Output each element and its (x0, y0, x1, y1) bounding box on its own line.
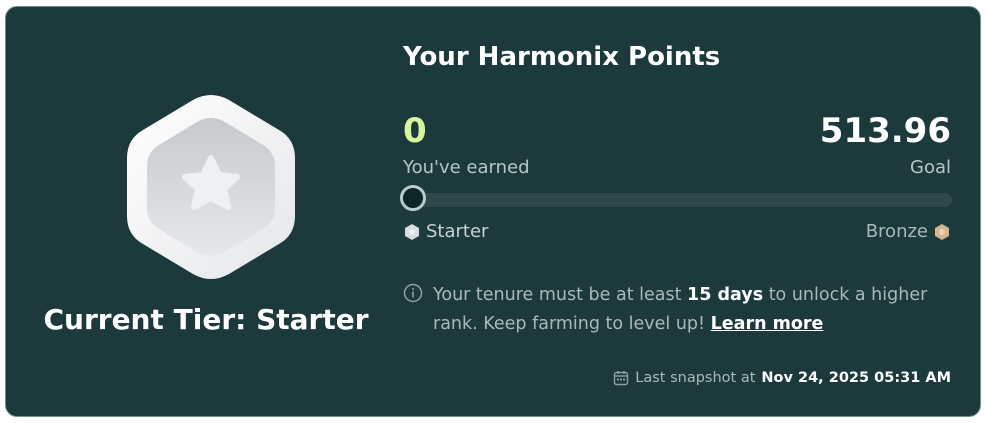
points-title: Your Harmonix Points (403, 42, 721, 72)
learn-more-link[interactable]: Learn more (711, 314, 824, 334)
next-tier-label: Bronze (865, 221, 928, 242)
points-progress-bar (400, 185, 952, 211)
tier-badge (123, 92, 299, 282)
info-icon (403, 283, 423, 303)
earned-value: 0 (403, 111, 427, 151)
tenure-notice-text: Your tenure must be at least 15 days to … (433, 281, 952, 339)
next-tier-marker: Bronze (866, 221, 951, 242)
last-snapshot: Last snapshot at Nov 24, 2025 05:31 AM (613, 370, 951, 386)
goal-label: Goal (910, 157, 951, 178)
current-tier-marker: Starter (403, 221, 488, 242)
progress-knob (400, 185, 426, 211)
calendar-icon (614, 371, 629, 386)
points-card: Current Tier: Starter Your Harmonix Poin… (5, 6, 981, 417)
goal-value: 513.96 (819, 111, 951, 151)
starter-tier-icon (405, 223, 419, 240)
snapshot-timestamp: Nov 24, 2025 05:31 AM (761, 370, 951, 386)
star-hexagon-badge-icon (127, 95, 295, 279)
current-tier-title: Current Tier: Starter (43, 303, 369, 336)
earned-label: You've earned (403, 157, 530, 178)
tenure-notice: Your tenure must be at least 15 days to … (403, 281, 952, 339)
tenure-days: 15 days (687, 285, 764, 305)
bronze-tier-icon (935, 223, 949, 240)
current-tier-label: Starter (426, 221, 489, 242)
notice-text-before: Your tenure must be at least (433, 285, 688, 305)
snapshot-label: Last snapshot at (635, 370, 756, 386)
